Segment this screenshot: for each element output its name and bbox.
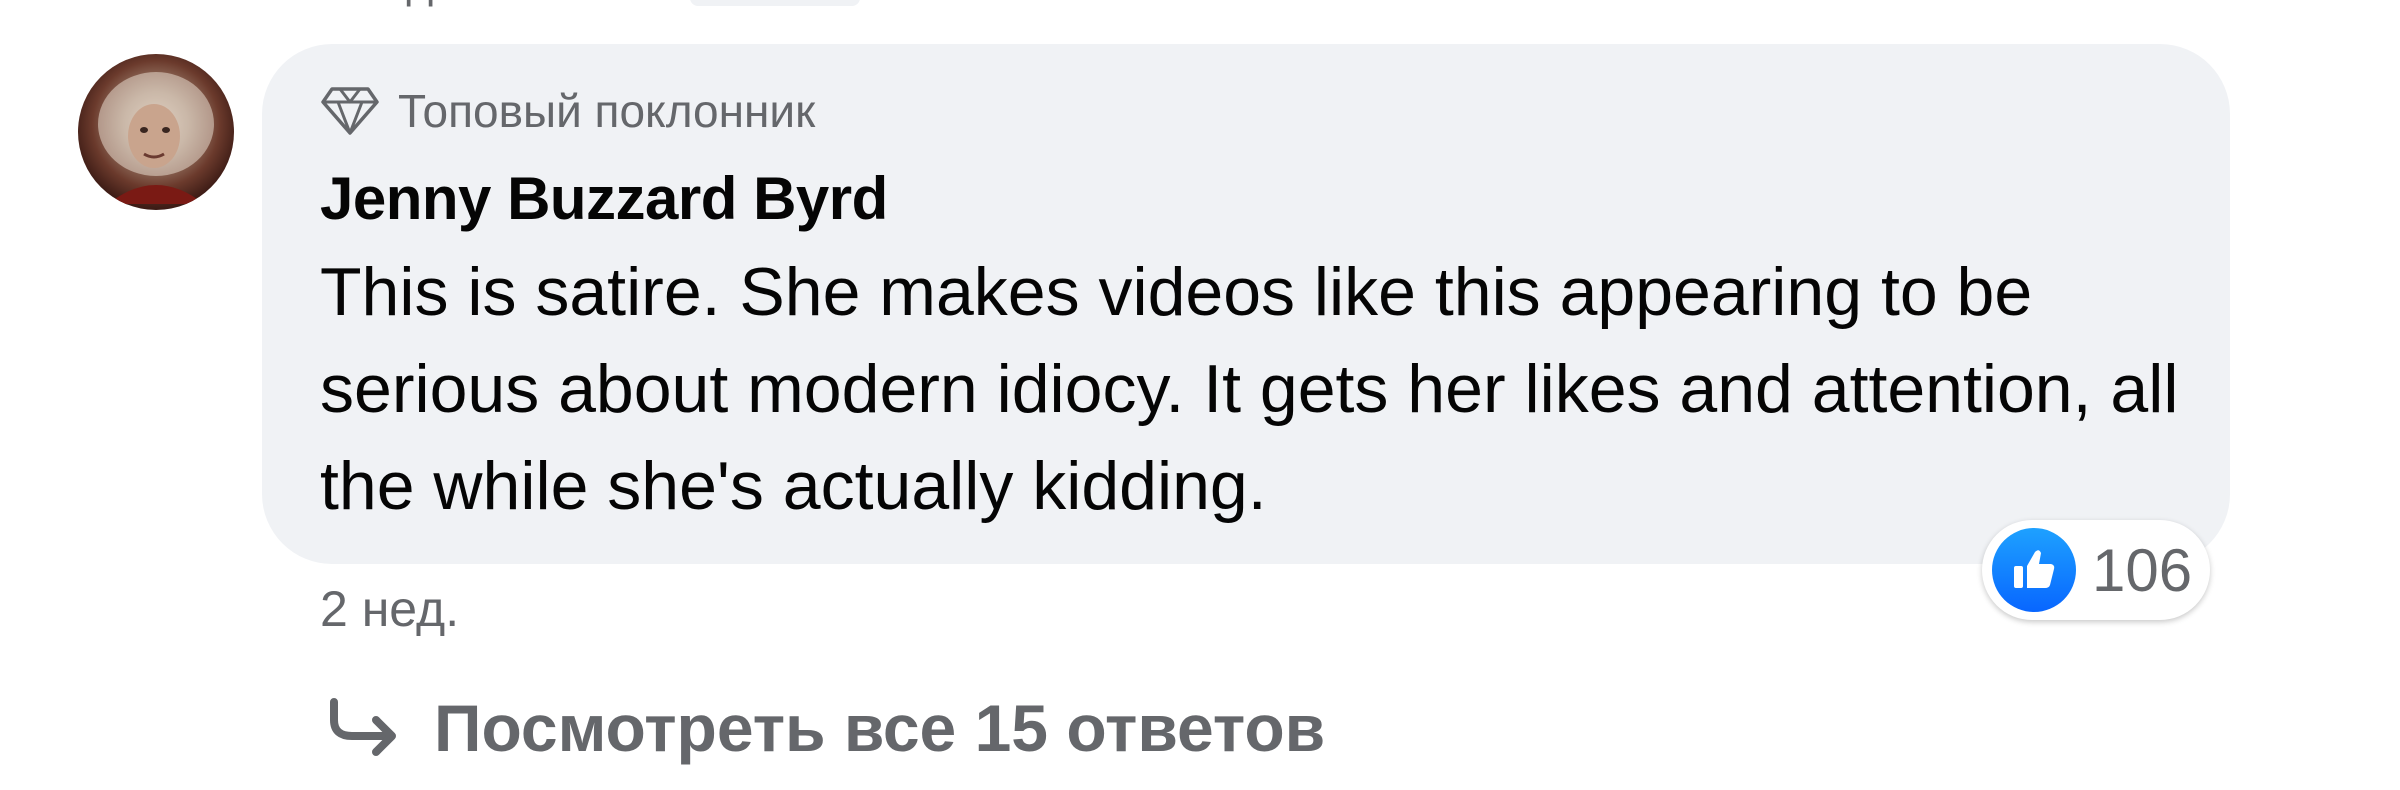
reaction-count: 106 (2092, 536, 2193, 604)
view-all-replies-link[interactable]: Посмотреть все 15 ответов (326, 690, 1325, 766)
view-all-replies-label: Посмотреть все 15 ответов (434, 691, 1326, 765)
previous-comment-reaction-pill (690, 0, 860, 6)
avatar-photo (98, 72, 214, 204)
comment-author-name[interactable]: Jenny Buzzard Byrd (320, 164, 888, 233)
reply-arrow-icon (330, 698, 396, 756)
diamond-icon (321, 87, 379, 135)
top-fan-badge[interactable]: Топовый поклонник (320, 84, 815, 138)
top-fan-badge-label: Топовый поклонник (398, 85, 816, 137)
previous-comment-timestamp[interactable]: 1 нед. (318, 0, 446, 8)
reaction-count-pill[interactable]: 106 (1982, 520, 2211, 620)
comment-timestamp[interactable]: 2 нед. (320, 580, 459, 638)
avatar[interactable] (78, 54, 234, 210)
like-icon (1992, 528, 2076, 612)
comment-text: This is satire. She makes videos like th… (320, 254, 2179, 524)
